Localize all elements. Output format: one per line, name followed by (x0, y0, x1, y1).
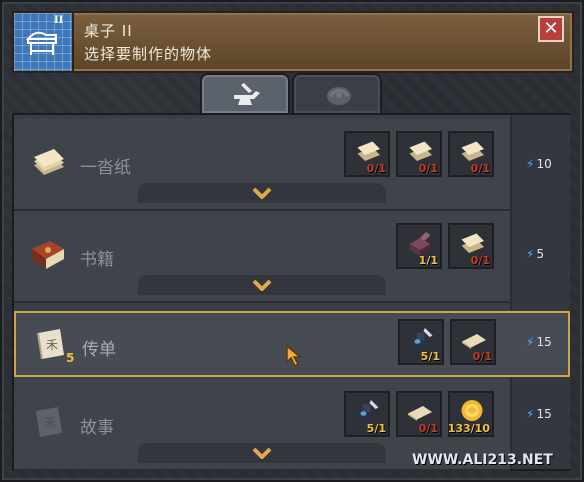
recipe-row-paper-stack[interactable]: 一沓纸 0/1 0/1 0/1 (14, 119, 510, 211)
tab-decor[interactable] (292, 73, 382, 113)
recipe-row-book[interactable]: 书籍 1/1 0/1 (14, 211, 510, 303)
ingredient-slot[interactable]: 0/1 (344, 131, 390, 177)
svg-text:禾: 禾 (46, 338, 58, 352)
ingredient-count: 0/1 (470, 254, 490, 267)
ingredient-count: 133/10 (447, 422, 490, 435)
scroll-icon: 禾 (36, 407, 62, 437)
book-icon (32, 241, 64, 269)
ingredient-count: 1/1 (418, 254, 438, 267)
close-icon: ✕ (543, 18, 559, 39)
svg-text:禾: 禾 (44, 416, 56, 430)
chevron-down-icon (252, 447, 272, 459)
anvil-hammer-icon (234, 83, 260, 105)
lightning-icon: ⚡ (526, 157, 535, 171)
output-quantity: 5 (66, 351, 75, 365)
energy-cost: ⚡ 15 (526, 407, 552, 421)
recipe-label: 传单 (82, 340, 116, 360)
tier-badge: II (54, 15, 64, 26)
cursor-icon (286, 344, 303, 368)
blueprint-icon: II (14, 13, 74, 71)
tab-crafting[interactable] (200, 73, 290, 113)
lightning-icon: ⚡ (526, 407, 535, 421)
chevron-down-icon (252, 187, 272, 199)
ingredient-count: 5/1 (420, 350, 440, 363)
ingredient-count: 0/1 (470, 162, 490, 175)
recipe-list: 一沓纸 0/1 0/1 0/1 ⚡ 10 书籍 1/1 0/1 ⚡ 5 禾 5 … (12, 113, 570, 471)
ingredient-slot[interactable]: 0/1 (396, 391, 442, 437)
ingredient-slot[interactable]: 5/1 (344, 391, 390, 437)
window-subtitle: 选择要制作的物体 (84, 45, 213, 63)
recipe-label: 书籍 (80, 250, 114, 270)
expand-button[interactable] (138, 183, 386, 203)
energy-cost: ⚡ 10 (526, 157, 552, 171)
window-title: 桌子 II (84, 22, 133, 40)
ingredient-count: 0/1 (418, 422, 438, 435)
window-header: II 桌子 II 选择要制作的物体 (12, 11, 574, 73)
ingredient-count: 0/1 (418, 162, 438, 175)
ingredient-slot[interactable]: 133/10 (448, 391, 494, 437)
crafting-window: II 桌子 II 选择要制作的物体 ✕ 一沓纸 0/1 0/1 0/1 ⚡ 10… (0, 0, 584, 482)
ingredient-count: 0/1 (366, 162, 386, 175)
expand-button[interactable] (138, 443, 386, 463)
energy-cost: ⚡ 15 (526, 335, 552, 349)
scroll-icon: 禾 (37, 329, 64, 360)
lightning-icon: ⚡ (526, 247, 535, 261)
paper-stack-icon (34, 149, 64, 175)
watermark: WWW.ALI213.NET (412, 452, 553, 468)
energy-cost: ⚡ 5 (526, 247, 545, 261)
ingredient-slot[interactable]: 0/1 (450, 319, 496, 365)
ingredient-slot[interactable]: 0/1 (396, 131, 442, 177)
expand-button[interactable] (138, 275, 386, 295)
recipe-label: 一沓纸 (80, 158, 131, 178)
lightning-icon: ⚡ (526, 335, 535, 349)
chevron-down-icon (252, 279, 272, 291)
shell-icon (327, 87, 351, 105)
ingredient-slot[interactable]: 0/1 (448, 131, 494, 177)
close-button[interactable]: ✕ (538, 16, 564, 42)
ingredient-slot[interactable]: 0/1 (448, 223, 494, 269)
ingredient-slot[interactable]: 1/1 (396, 223, 442, 269)
ingredient-slot[interactable]: 5/1 (398, 319, 444, 365)
ingredient-count: 5/1 (366, 422, 386, 435)
ingredient-count: 0/1 (472, 350, 492, 363)
recipe-label: 故事 (80, 418, 114, 438)
